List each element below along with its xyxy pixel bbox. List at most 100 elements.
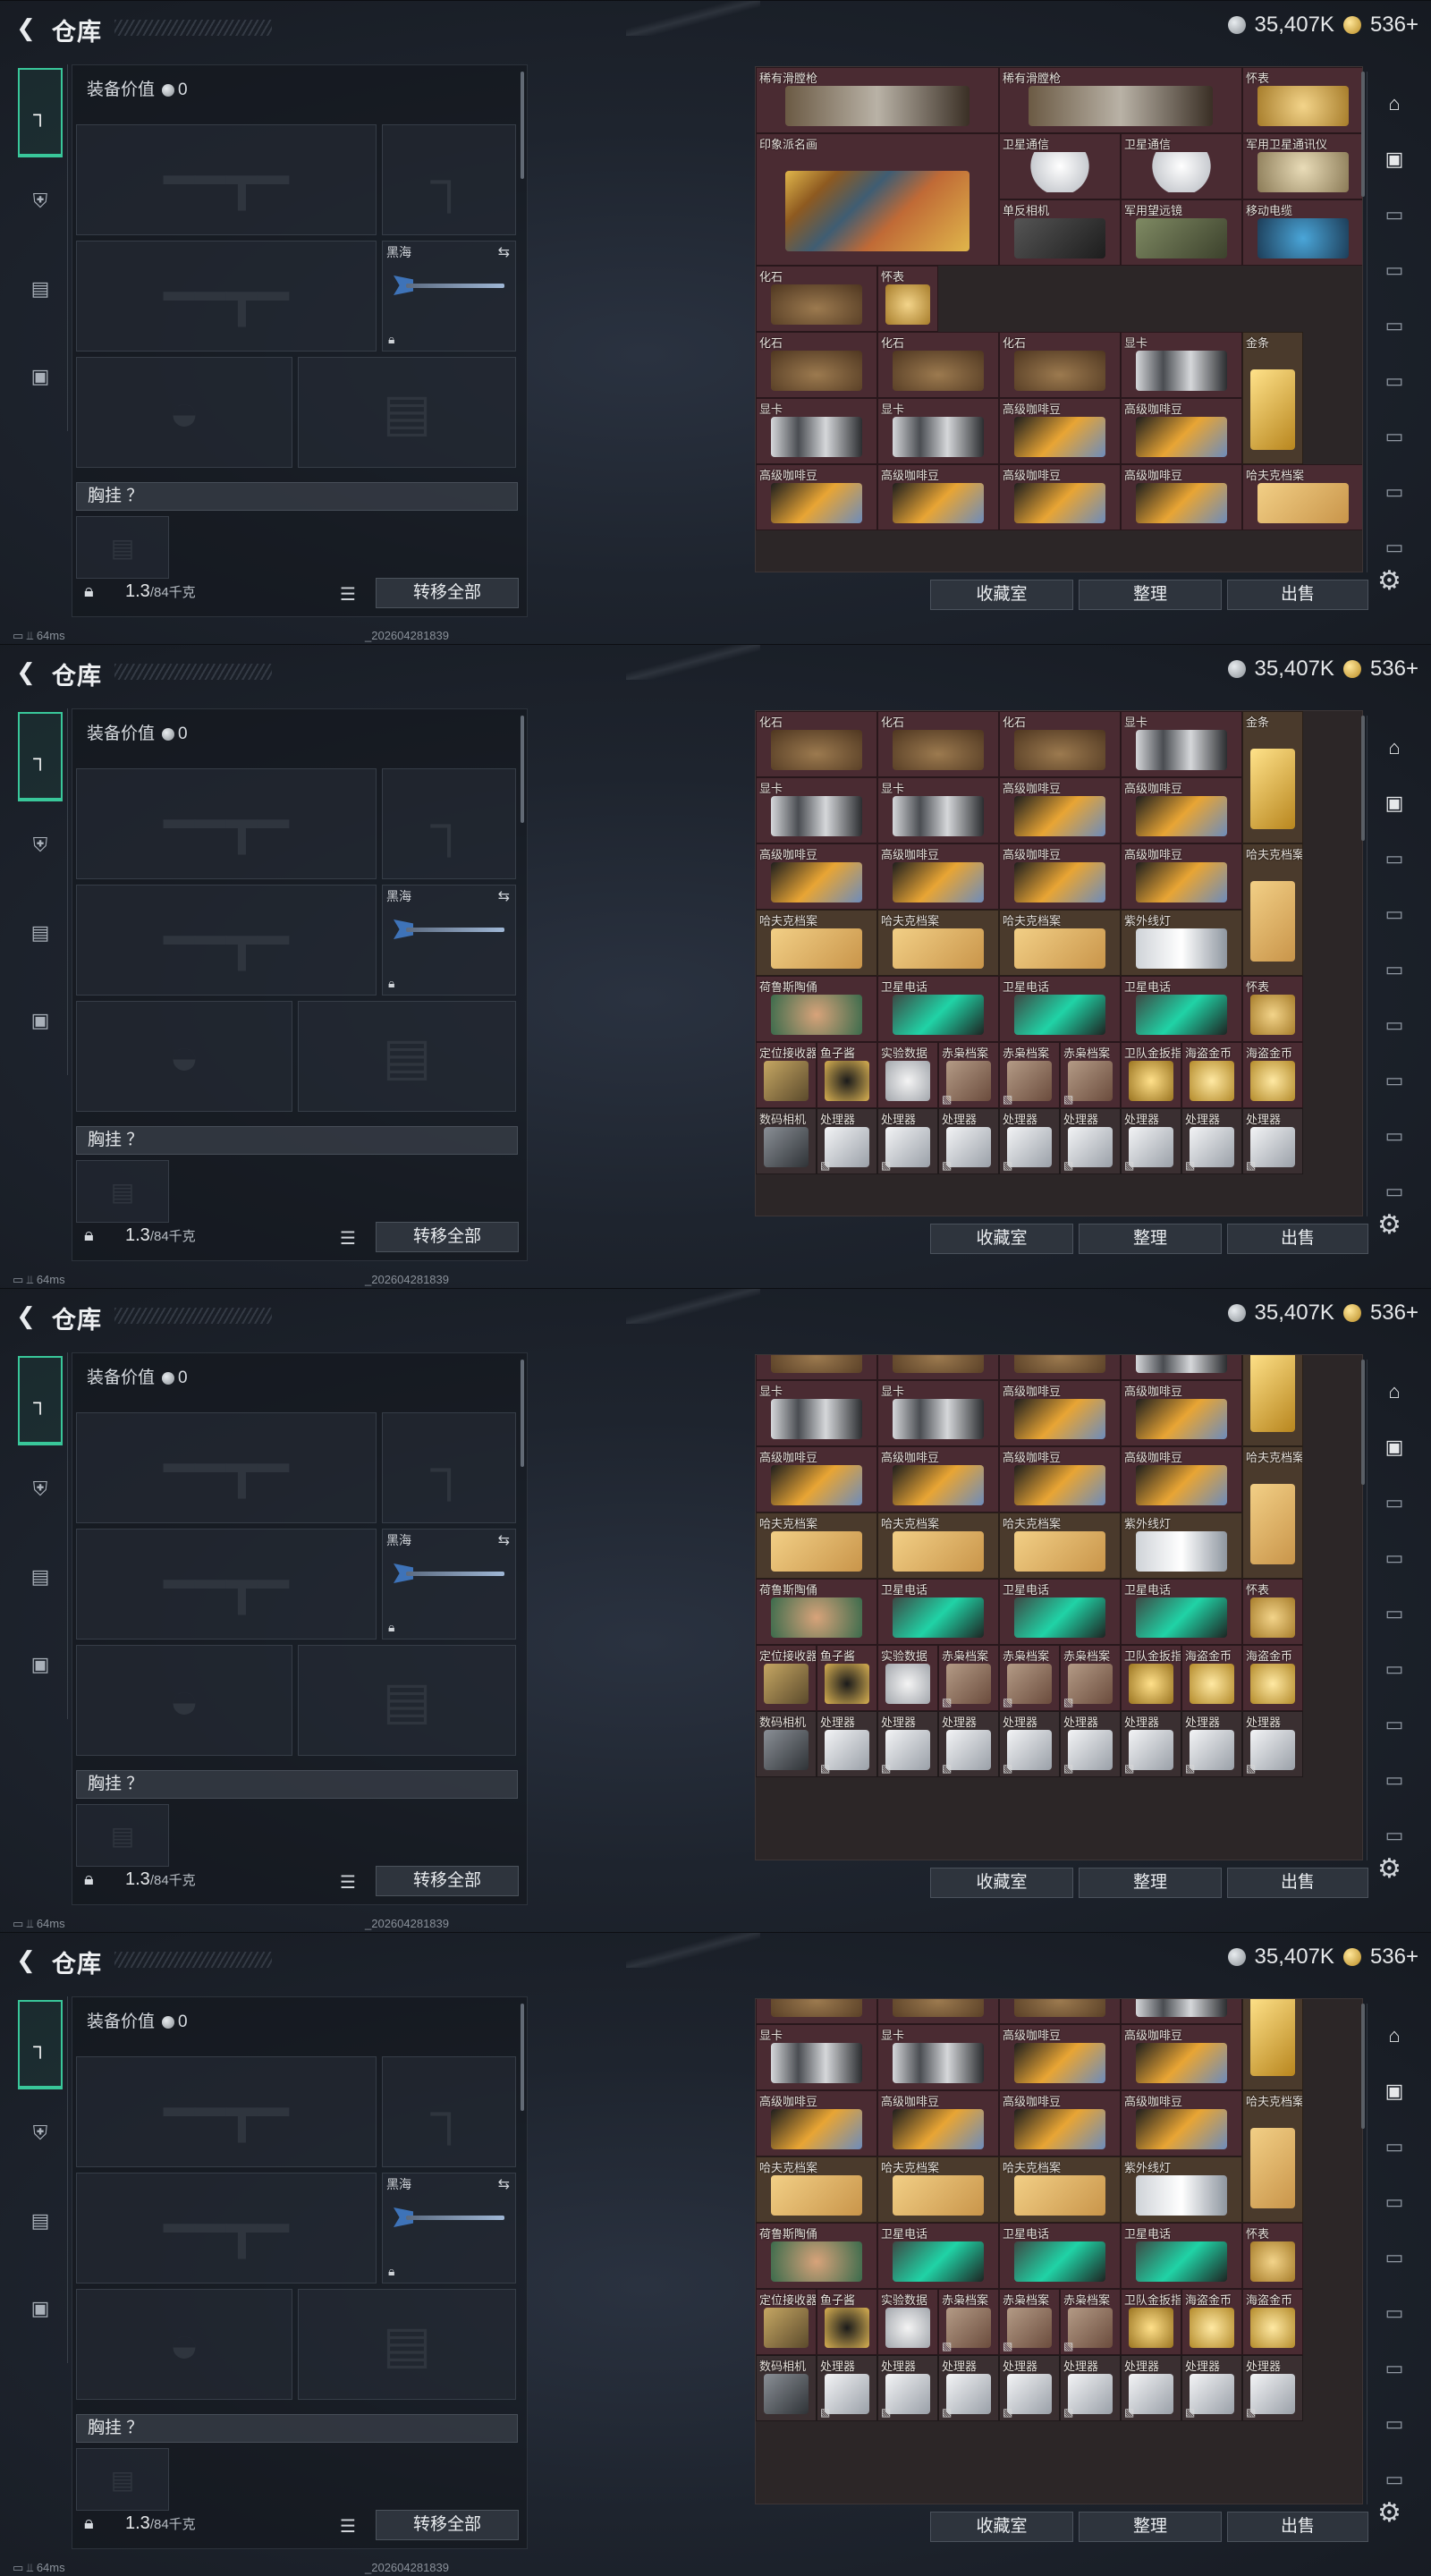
- inventory-item[interactable]: 处理器 ▧: [877, 1711, 938, 1777]
- inventory-item[interactable]: 处理器 ▧: [1242, 1108, 1303, 1174]
- chest-rig-header[interactable]: 胸挂 ？: [76, 2414, 518, 2443]
- pistol-slot[interactable]: ┐: [382, 1412, 516, 1523]
- inventory-item[interactable]: 移动电缆: [1242, 199, 1362, 266]
- inventory-item[interactable]: 怀表: [1242, 976, 1303, 1042]
- inventory-item[interactable]: 紫外线灯: [1121, 2157, 1242, 2223]
- tv-icon[interactable]: ▭: [1378, 2352, 1410, 2385]
- inventory-item[interactable]: 卫星电话: [1121, 976, 1242, 1042]
- inventory-item[interactable]: 处理器 ▧: [999, 1711, 1060, 1777]
- inventory-item[interactable]: 显卡: [1121, 1355, 1242, 1380]
- inventory-item[interactable]: 高级咖啡豆: [877, 464, 999, 530]
- inventory-item[interactable]: 哈夫克档案: [756, 1513, 877, 1579]
- inventory-item[interactable]: 高级咖啡豆: [999, 843, 1121, 910]
- inventory-item[interactable]: 定位接收器: [756, 1645, 817, 1711]
- home-icon[interactable]: ⌂: [1378, 2020, 1410, 2052]
- organize-button[interactable]: 整理: [1079, 1224, 1222, 1254]
- sell-button[interactable]: 出售: [1227, 2512, 1368, 2542]
- inventory-item[interactable]: 高级咖啡豆: [877, 2090, 999, 2157]
- inventory-item[interactable]: 哈夫克档案: [756, 2157, 877, 2223]
- inventory-item[interactable]: 显卡: [756, 1380, 877, 1446]
- inventory-item[interactable]: 高级咖啡豆: [877, 843, 999, 910]
- tv-icon[interactable]: ▭: [1378, 2186, 1410, 2218]
- tv-icon[interactable]: ▭: [1378, 1542, 1410, 1574]
- inventory-item[interactable]: 处理器 ▧: [1242, 1711, 1303, 1777]
- inventory-item[interactable]: 卫星电话: [877, 2223, 999, 2289]
- back-arrow-icon[interactable]: ❮: [13, 13, 39, 43]
- inventory-item[interactable]: 鱼子酱: [817, 1645, 877, 1711]
- inventory-item[interactable]: 处理器 ▧: [817, 2355, 877, 2421]
- inventory-item[interactable]: 卫星电话: [999, 976, 1121, 1042]
- inventory-item[interactable]: 处理器 ▧: [1181, 2355, 1242, 2421]
- chest-rig-header[interactable]: 胸挂 ？: [76, 482, 518, 511]
- organize-button[interactable]: 整理: [1079, 1868, 1222, 1898]
- list-icon[interactable]: ☰: [340, 1871, 356, 1894]
- inventory-item[interactable]: 实验数据: [877, 2289, 938, 2355]
- inventory-item[interactable]: 卫队金扳指: [1121, 1645, 1181, 1711]
- secondary-weapon-slot[interactable]: ━━┳━: [76, 2173, 377, 2284]
- weight-lock-icon[interactable]: 🔒︎: [84, 1225, 94, 1246]
- tv-icon[interactable]: ▭: [1378, 309, 1410, 342]
- inventory-item[interactable]: 高级咖啡豆: [999, 398, 1121, 464]
- inventory-item[interactable]: 赤枭档案 ▧: [999, 1645, 1060, 1711]
- tv-icon[interactable]: ▭: [1378, 476, 1410, 508]
- chest-rig-slot[interactable]: ▤: [76, 1804, 169, 1867]
- vest-tab-icon[interactable]: ▤: [18, 2199, 63, 2243]
- weapon-tab-icon[interactable]: ┐: [18, 2000, 63, 2089]
- inventory-item[interactable]: 海盗金币: [1181, 1042, 1242, 1108]
- inventory-item[interactable]: 高级咖啡豆: [877, 1446, 999, 1513]
- inventory-item[interactable]: 卫星电话: [1121, 2223, 1242, 2289]
- inventory-item[interactable]: 高级咖啡豆: [1121, 398, 1242, 464]
- inventory-item[interactable]: 卫队金扳指: [1121, 1042, 1181, 1108]
- home-icon[interactable]: ⌂: [1378, 88, 1410, 120]
- camera-icon[interactable]: ▣: [1378, 2075, 1410, 2107]
- briefcase-tab-icon[interactable]: ▣: [18, 2286, 63, 2331]
- primary-weapon-slot[interactable]: ━━┳━: [76, 768, 377, 879]
- collection-button[interactable]: 收藏室: [930, 1224, 1073, 1254]
- primary-weapon-slot[interactable]: ━━┳━: [76, 1412, 377, 1523]
- weight-lock-icon[interactable]: 🔒︎: [84, 581, 94, 602]
- inventory-item[interactable]: 高级咖啡豆: [999, 2090, 1121, 2157]
- home-icon[interactable]: ⌂: [1378, 732, 1410, 764]
- inventory-item[interactable]: 哈夫克档案: [999, 2157, 1121, 2223]
- inventory-item[interactable]: 哈夫克档案: [1242, 2090, 1303, 2223]
- pistol-slot[interactable]: ┐: [382, 768, 516, 879]
- gear-icon[interactable]: ⚙: [1377, 2497, 1401, 2529]
- tv-icon[interactable]: ▭: [1378, 1764, 1410, 1796]
- tv-icon[interactable]: ▭: [1378, 420, 1410, 453]
- tv-icon[interactable]: ▭: [1378, 1009, 1410, 1041]
- inventory-item[interactable]: 处理器 ▧: [1242, 2355, 1303, 2421]
- tv-icon[interactable]: ▭: [1378, 953, 1410, 986]
- inventory-item[interactable]: 实验数据: [877, 1645, 938, 1711]
- inventory-item[interactable]: 赤枭档案 ▧: [999, 2289, 1060, 2355]
- gear-icon[interactable]: ⚙: [1377, 1853, 1401, 1885]
- inventory-item[interactable]: 哈夫克档案: [999, 1513, 1121, 1579]
- inventory-item[interactable]: 卫星电话: [999, 1579, 1121, 1645]
- inventory-item[interactable]: 显卡: [756, 398, 877, 464]
- inventory-item[interactable]: 高级咖啡豆: [1121, 843, 1242, 910]
- tv-icon[interactable]: ▭: [1378, 1175, 1410, 1208]
- list-icon[interactable]: ☰: [340, 583, 356, 606]
- helmet-tab-icon[interactable]: ⛨: [18, 1467, 63, 1512]
- inventory-item[interactable]: 高级咖啡豆: [999, 1446, 1121, 1513]
- inventory-item[interactable]: 高级咖啡豆: [999, 464, 1121, 530]
- inventory-item[interactable]: 荷鲁斯陶俑: [756, 976, 877, 1042]
- inventory-item[interactable]: 单反相机: [999, 199, 1121, 266]
- inventory-item[interactable]: 赤枭档案 ▧: [938, 2289, 999, 2355]
- tv-icon[interactable]: ▭: [1378, 2241, 1410, 2274]
- warehouse-scrollbar[interactable]: [1361, 2004, 1365, 2129]
- inventory-item[interactable]: 赤枭档案 ▧: [1060, 2289, 1121, 2355]
- lock-icon[interactable]: 🔒︎: [388, 332, 394, 347]
- inventory-item[interactable]: 卫星通信: [999, 133, 1121, 199]
- inventory-item[interactable]: 处理器 ▧: [877, 2355, 938, 2421]
- inventory-item[interactable]: 处理器 ▧: [1060, 2355, 1121, 2421]
- inventory-item[interactable]: 处理器 ▧: [938, 1711, 999, 1777]
- vest-tab-icon[interactable]: ▤: [18, 1555, 63, 1599]
- lock-icon[interactable]: 🔒︎: [388, 1620, 394, 1635]
- secondary-weapon-slot[interactable]: ━━┳━: [76, 1529, 377, 1640]
- inventory-item[interactable]: 军用卫星通讯仪: [1242, 133, 1362, 199]
- armor-slot[interactable]: ▤: [298, 357, 516, 468]
- tv-icon[interactable]: ▭: [1378, 1653, 1410, 1685]
- inventory-item[interactable]: 实验数据: [877, 1042, 938, 1108]
- inventory-item[interactable]: 化石: [756, 711, 877, 777]
- inventory-item[interactable]: 哈夫克档案: [1242, 843, 1303, 976]
